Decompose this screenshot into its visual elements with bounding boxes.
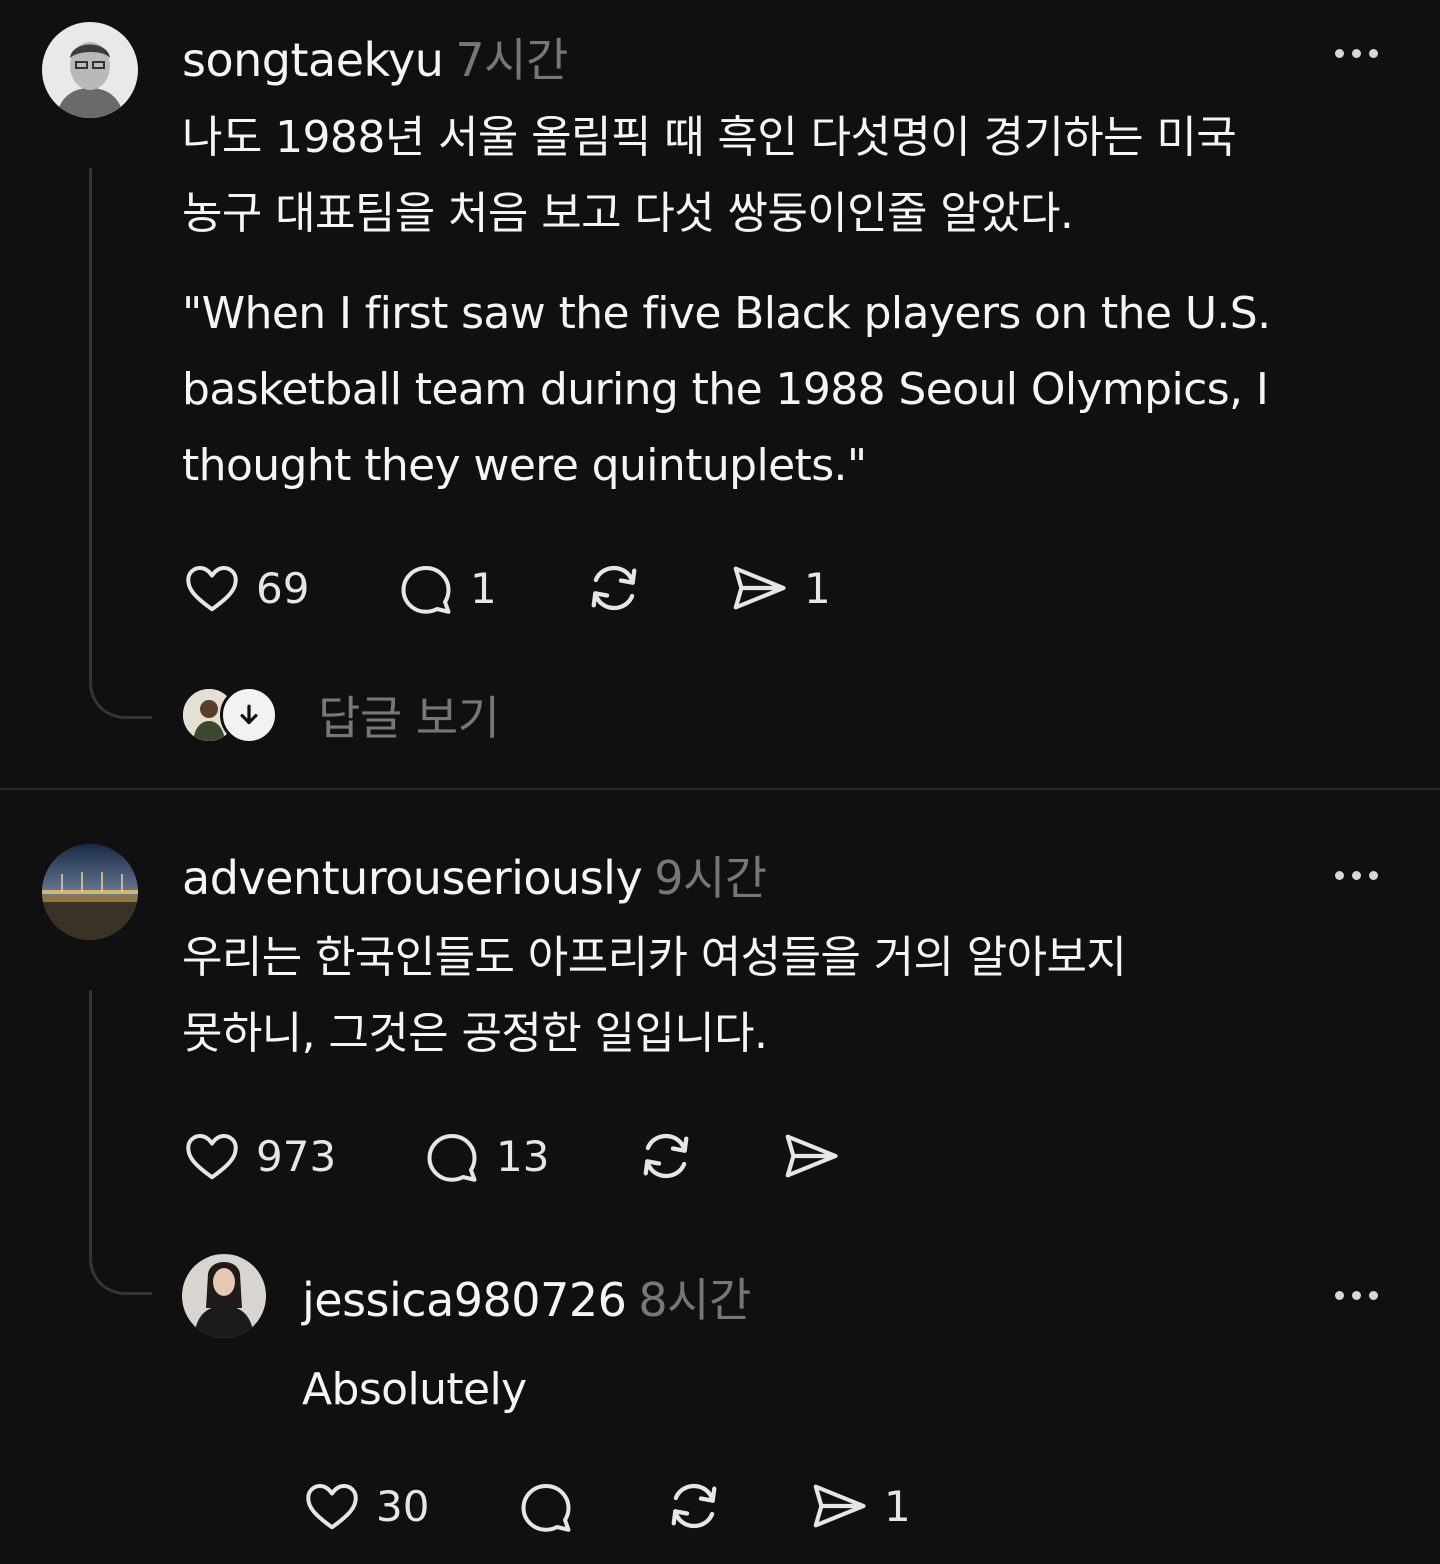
avatar[interactable] <box>42 844 138 940</box>
timestamp: 8시간 <box>638 1273 751 1327</box>
action-bar: 69 1 1 <box>182 556 831 620</box>
action-bar: 30 1 <box>302 1474 911 1538</box>
more-dots-icon[interactable] <box>1326 38 1386 68</box>
like-button[interactable]: 30 <box>302 1476 516 1536</box>
send-icon <box>785 1134 838 1178</box>
thread-curve <box>89 640 152 719</box>
username[interactable]: jessica980726 <box>302 1273 627 1327</box>
heart-icon <box>186 1134 238 1180</box>
more-dots-icon[interactable] <box>1326 1280 1386 1310</box>
arrow-down-icon <box>220 686 278 744</box>
post-header: adventurouseriously 9시간 <box>182 842 767 908</box>
post-text-english: "When I first saw the five Black players… <box>182 288 1271 491</box>
share-count: 1 <box>804 563 831 613</box>
post-text-korean: 우리는 한국인들도 아프리카 여성들을 거의 알아보지 못하니, 그것은 공정한… <box>182 932 1127 1059</box>
reply-text: Absolutely <box>302 1364 527 1415</box>
share-button[interactable]: 1 <box>808 1475 911 1537</box>
post-adventurouseriously: adventurouseriously 9시간 우리는 한국인들도 아프리카 여성… <box>0 790 1440 1564</box>
repost-icon <box>643 1133 689 1179</box>
timestamp: 7시간 <box>455 33 568 87</box>
comment-button[interactable]: 1 <box>396 558 582 618</box>
comment-count: 13 <box>496 1131 550 1181</box>
avatar[interactable] <box>42 22 138 118</box>
send-icon <box>733 566 786 610</box>
send-icon <box>813 1484 866 1528</box>
like-button[interactable]: 973 <box>182 1126 422 1186</box>
comment-button[interactable] <box>516 1476 662 1536</box>
share-count: 1 <box>884 1481 911 1531</box>
more-dots-icon[interactable] <box>1326 860 1386 890</box>
comment-bubble-icon <box>521 1484 571 1532</box>
comment-bubble-icon <box>401 566 451 614</box>
username[interactable]: adventurouseriously <box>182 851 643 905</box>
thread-line <box>89 168 92 668</box>
share-button[interactable]: 1 <box>728 557 831 619</box>
view-replies-label: 답글 보기 <box>318 691 500 745</box>
repost-button[interactable] <box>662 1474 808 1538</box>
repost-button[interactable] <box>582 556 728 620</box>
thread-curve <box>89 1220 152 1295</box>
repost-button[interactable] <box>634 1124 780 1188</box>
like-count: 973 <box>256 1131 337 1181</box>
action-bar: 973 13 <box>182 1124 842 1188</box>
repost-icon <box>591 565 637 611</box>
post-songtaekyu: songtaekyu 7시간 나도 1988년 서울 올림픽 때 흑인 다섯명이 … <box>0 0 1440 790</box>
reply-header: jessica980726 8시간 <box>302 1264 751 1330</box>
share-button[interactable] <box>780 1125 842 1187</box>
post-text-korean: 나도 1988년 서울 올림픽 때 흑인 다섯명이 경기하는 미국 농구 대표팀… <box>182 112 1237 239</box>
like-button[interactable]: 69 <box>182 558 396 618</box>
username[interactable]: songtaekyu <box>182 33 444 87</box>
heart-icon <box>186 566 238 612</box>
timestamp: 9시간 <box>654 851 767 905</box>
comment-bubble-icon <box>427 1134 477 1182</box>
repost-icon <box>671 1483 717 1529</box>
comment-count: 1 <box>470 563 497 613</box>
like-count: 69 <box>256 563 310 613</box>
avatar[interactable] <box>182 1254 266 1338</box>
post-header: songtaekyu 7시간 <box>182 24 568 90</box>
comment-button[interactable]: 13 <box>422 1126 634 1186</box>
heart-icon <box>306 1484 358 1530</box>
view-replies[interactable]: 답글 보기 <box>180 682 500 748</box>
like-count: 30 <box>376 1481 430 1531</box>
